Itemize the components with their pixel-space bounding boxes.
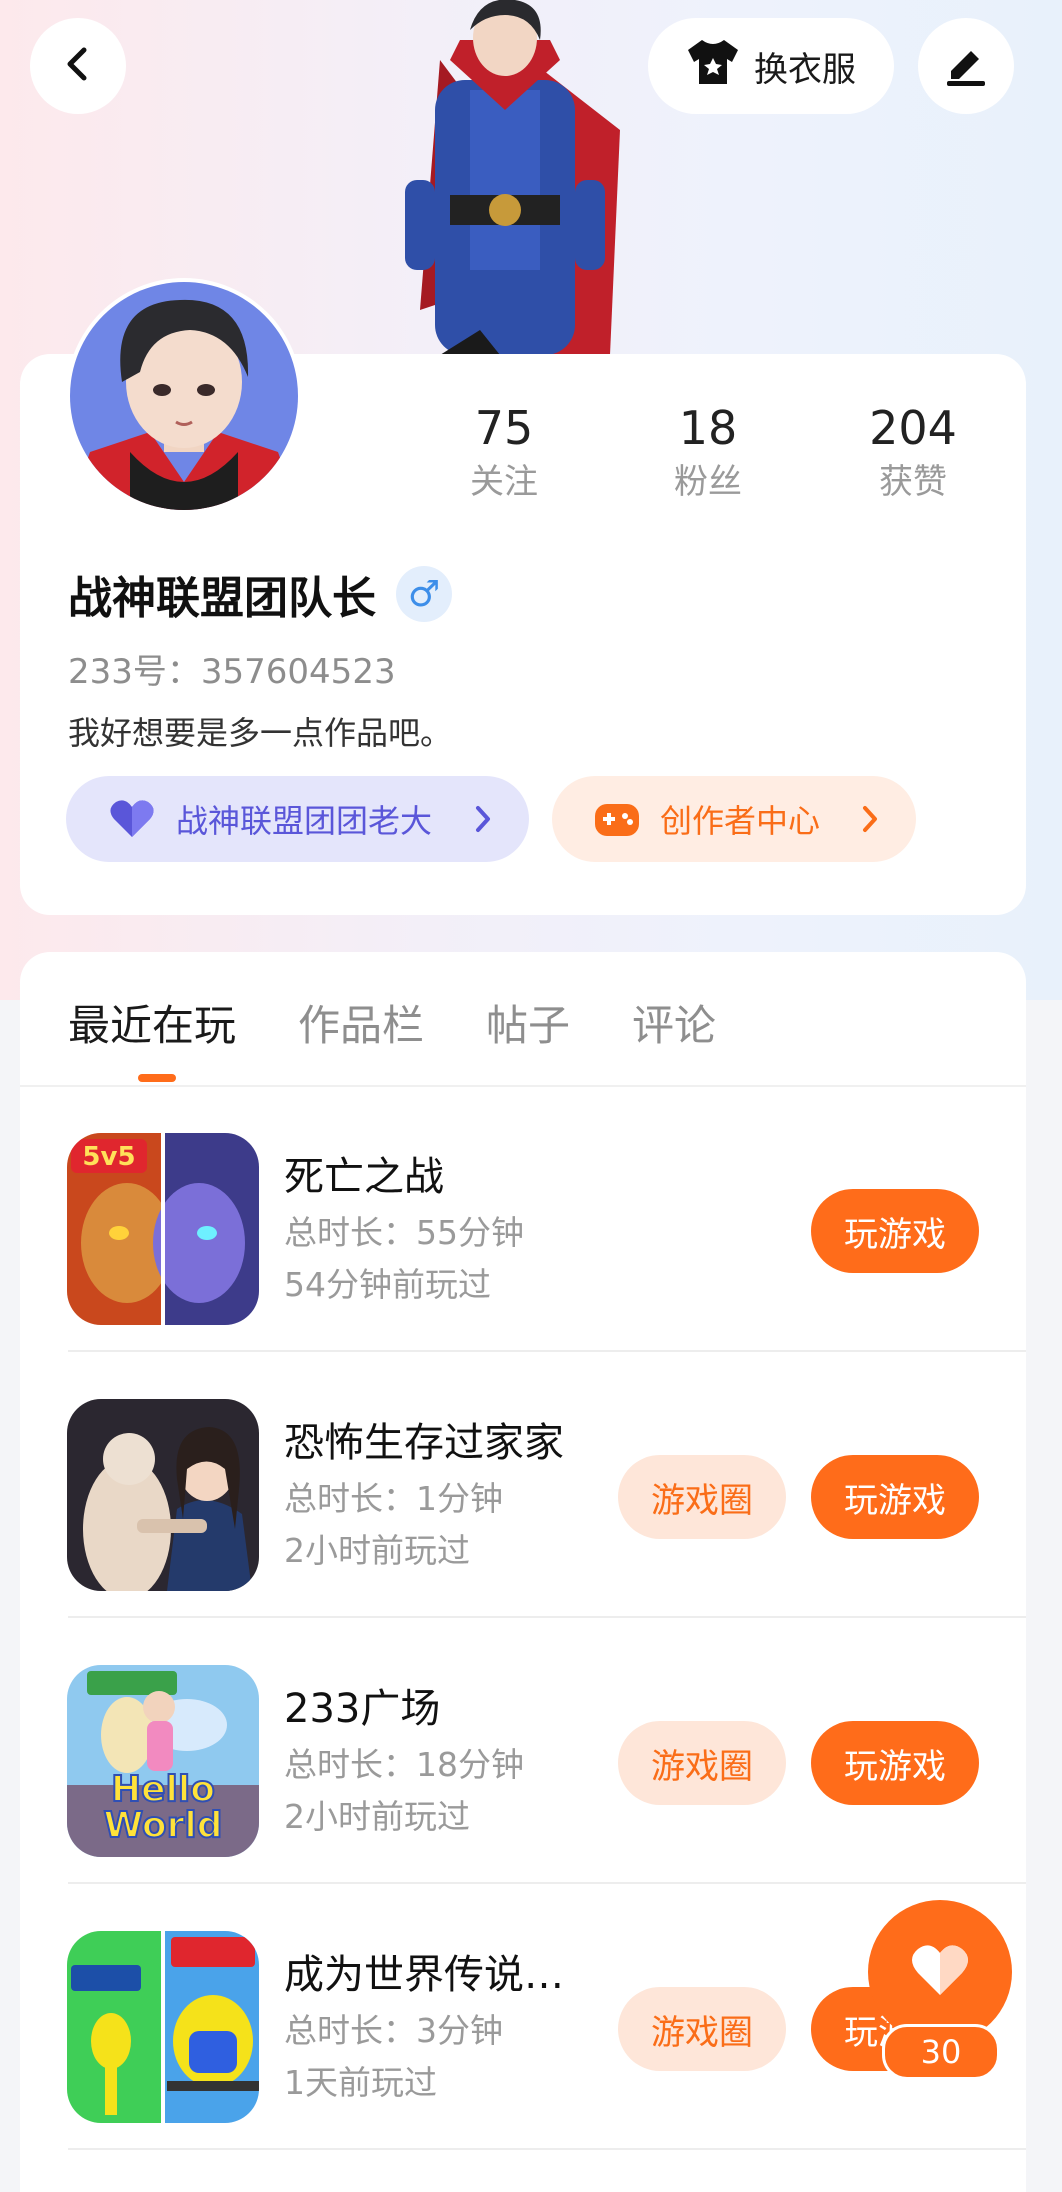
tab-recently-played[interactable]: 最近在玩 bbox=[68, 992, 236, 1053]
team-pill-button[interactable]: 战神联盟团团老大 bbox=[66, 776, 529, 862]
game-name: 233广场 bbox=[284, 1686, 441, 1732]
game-last-played: 54分钟前玩过 bbox=[284, 1265, 491, 1304]
game-duration: 总时长：55分钟 bbox=[284, 1213, 524, 1252]
avatar[interactable] bbox=[66, 278, 302, 514]
likes-stat[interactable]: 204 获赞 bbox=[833, 398, 993, 506]
like-button[interactable] bbox=[868, 1900, 1012, 2044]
recent-games-panel: 最近在玩 作品栏 帖子 评论 5v5 死亡之战 总时长：55分钟 54分钟前玩过… bbox=[20, 952, 1026, 2192]
tab-works[interactable]: 作品栏 bbox=[298, 992, 424, 1053]
creator-center-label: 创作者中心 bbox=[660, 802, 821, 840]
game-row[interactable]: 成为世界传说… 总时长：3分钟 1天前玩过 游戏圈 玩游戏 bbox=[20, 1884, 1026, 2150]
game-duration: 总时长：1分钟 bbox=[284, 1479, 503, 1518]
game-row[interactable]: 恐怖生存过家家 总时长：1分钟 2小时前玩过 游戏圈 玩游戏 bbox=[20, 1352, 1026, 1618]
svg-text:Hello: Hello bbox=[111, 1769, 215, 1810]
game-icon[interactable]: 5v5 bbox=[67, 1133, 259, 1325]
likes-received-count: 204 bbox=[869, 401, 957, 455]
game-last-played: 2小时前玩过 bbox=[284, 1531, 470, 1570]
game-icon[interactable]: Hello World bbox=[67, 1665, 259, 1857]
profile-tabs: 最近在玩 作品栏 帖子 评论 bbox=[68, 992, 716, 1053]
fans-stat[interactable]: 18 粉丝 bbox=[628, 398, 788, 506]
game-circle-button[interactable]: 游戏圈 bbox=[618, 1721, 786, 1805]
play-game-button[interactable]: 玩游戏 bbox=[811, 1721, 979, 1805]
following-stat[interactable]: 75 关注 bbox=[424, 398, 584, 506]
game-name: 恐怖生存过家家 bbox=[284, 1420, 564, 1466]
heart-badge-icon bbox=[108, 799, 156, 839]
game-last-played: 2小时前玩过 bbox=[284, 1797, 470, 1836]
chevron-right-icon bbox=[473, 804, 493, 834]
tab-comments[interactable]: 评论 bbox=[632, 992, 716, 1053]
tab-posts[interactable]: 帖子 bbox=[486, 992, 570, 1053]
pencil-icon bbox=[943, 41, 989, 91]
game-row[interactable]: Hello World 233广场 总时长：18分钟 2小时前玩过 游戏圈 玩游… bbox=[20, 1618, 1026, 1884]
fans-label: 粉丝 bbox=[674, 462, 742, 502]
change-outfit-label: 换衣服 bbox=[754, 49, 856, 90]
game-icon[interactable] bbox=[67, 1399, 259, 1591]
chevron-left-icon bbox=[58, 44, 98, 88]
game-duration: 总时长：18分钟 bbox=[284, 1745, 524, 1784]
game-name: 成为世界传说… bbox=[284, 1952, 564, 1998]
following-label: 关注 bbox=[470, 462, 538, 502]
username-row: 战神联盟团队长 ♂ bbox=[68, 562, 452, 626]
row-divider bbox=[68, 2148, 1026, 2150]
user-bio: 我好想要是多一点作品吧。 bbox=[68, 714, 453, 752]
creator-center-button[interactable]: 创作者中心 bbox=[552, 776, 916, 862]
game-circle-button[interactable]: 游戏圈 bbox=[618, 1455, 786, 1539]
change-outfit-button[interactable]: 换衣服 bbox=[648, 18, 894, 114]
following-count: 75 bbox=[474, 401, 534, 455]
game-duration: 总时长：3分钟 bbox=[284, 2011, 503, 2050]
game-row[interactable]: 5v5 死亡之战 总时长：55分钟 54分钟前玩过 玩游戏 bbox=[20, 1086, 1026, 1352]
avatar-character-illustration bbox=[380, 0, 650, 355]
play-game-button[interactable]: 玩游戏 bbox=[811, 1189, 979, 1273]
game-circle-button[interactable]: 游戏圈 bbox=[618, 1987, 786, 2071]
gamepad-icon bbox=[594, 800, 640, 838]
play-game-button[interactable]: 玩游戏 bbox=[811, 1455, 979, 1539]
game-name: 死亡之战 bbox=[284, 1154, 444, 1200]
svg-text:World: World bbox=[103, 1805, 222, 1846]
likes-received-label: 获赞 bbox=[879, 462, 947, 502]
game-icon[interactable] bbox=[67, 1931, 259, 2123]
user-id: 233号：357604523 bbox=[68, 652, 396, 692]
username: 战神联盟团队长 bbox=[68, 573, 376, 624]
gender-male-icon: ♂ bbox=[396, 566, 452, 622]
chevron-right-icon bbox=[860, 804, 880, 834]
team-pill-label: 战神联盟团团老大 bbox=[176, 802, 433, 840]
edit-profile-button[interactable] bbox=[918, 18, 1014, 114]
heart-icon bbox=[910, 1943, 970, 2001]
tshirt-icon bbox=[686, 38, 740, 95]
fans-count: 18 bbox=[678, 401, 738, 455]
active-tab-indicator bbox=[138, 1074, 176, 1082]
like-count-badge: 30 bbox=[882, 2024, 1000, 2080]
back-button[interactable] bbox=[30, 18, 126, 114]
svg-text:5v5: 5v5 bbox=[82, 1142, 135, 1172]
game-last-played: 1天前玩过 bbox=[284, 2063, 437, 2102]
